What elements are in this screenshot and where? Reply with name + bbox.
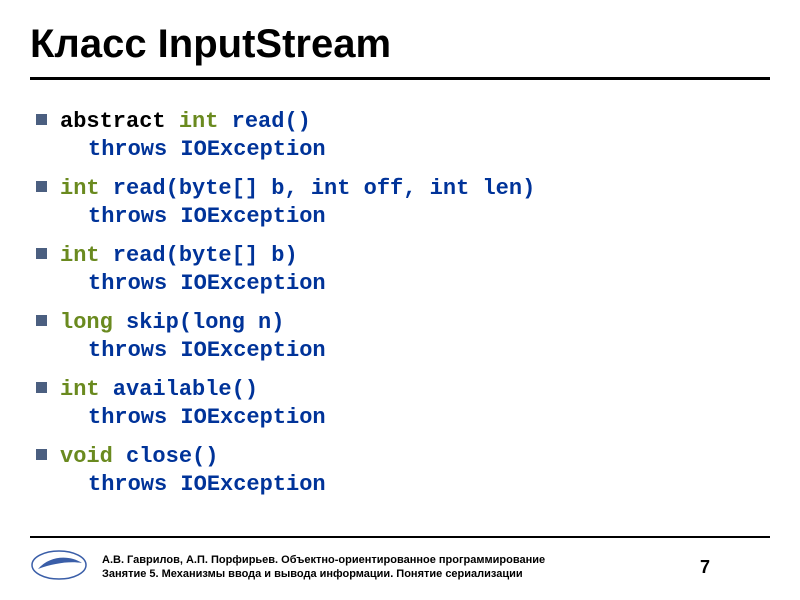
method-sig: read(byte[] b, int off, int len) [100,176,536,201]
method-sig: close() [113,444,219,469]
footer-divider [30,536,770,538]
keyword-type: void [60,444,113,469]
method-item: abstract int read() throws IOException [36,108,770,163]
slide: Класс InputStream abstract int read() th… [0,0,800,600]
method-sig: skip(long n) [113,310,285,335]
method-sig: read(byte[] b) [100,243,298,268]
method-list: abstract int read() throws IOException i… [30,108,770,498]
keyword-type: int [179,109,219,134]
throws-clause: throws IOException [60,270,326,298]
keyword-type: int [60,377,100,402]
method-item: int read(byte[] b, int off, int len) thr… [36,175,770,230]
method-item: int read(byte[] b) throws IOException [36,242,770,297]
method-item: void close() throws IOException [36,443,770,498]
keyword-type: int [60,243,100,268]
title-divider [30,77,770,80]
method-sig: read() [218,109,310,134]
slide-footer: А.В. Гаврилов, А.П. Порфирьев. Объектно-… [30,549,770,586]
throws-clause: throws IOException [60,337,326,365]
page-title: Класс InputStream [30,22,770,67]
keyword-type: long [60,310,113,335]
footer-line2: Занятие 5. Механизмы ввода и вывода инфо… [102,568,686,582]
wing-logo-icon [30,549,88,586]
keyword-abstract: abstract [60,109,179,134]
throws-clause: throws IOException [60,471,326,499]
footer-text: А.В. Гаврилов, А.П. Порфирьев. Объектно-… [102,554,686,582]
footer-line1: А.В. Гаврилов, А.П. Порфирьев. Объектно-… [102,554,686,568]
page-number: 7 [700,557,770,578]
method-item: int available() throws IOException [36,376,770,431]
throws-clause: throws IOException [60,404,326,432]
throws-clause: throws IOException [60,203,326,231]
method-sig: available() [100,377,258,402]
method-item: long skip(long n) throws IOException [36,309,770,364]
throws-clause: throws IOException [60,136,326,164]
keyword-type: int [60,176,100,201]
